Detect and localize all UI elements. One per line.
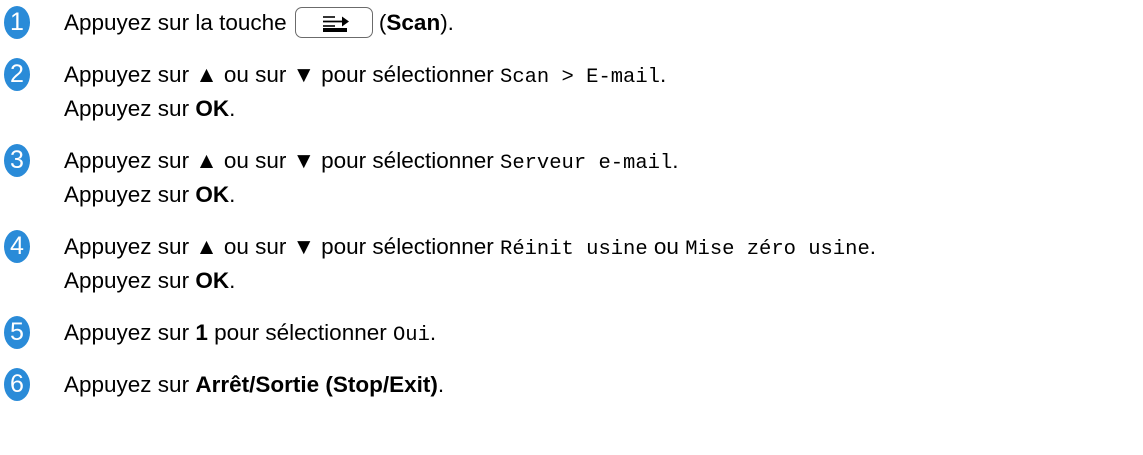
menu-option: Serveur e-mail — [500, 152, 673, 175]
key-label: Arrêt/Sortie (Stop/Exit) — [195, 372, 438, 397]
menu-option: Réinit usine — [500, 238, 648, 261]
step-number-badge: 5 — [4, 316, 30, 349]
period: . — [869, 234, 877, 259]
period: . — [437, 372, 445, 397]
step-number-badge: 4 — [4, 230, 30, 263]
key-label: 1 — [195, 320, 208, 345]
step-number-badge: 1 — [4, 6, 30, 39]
instruction-text: Appuyez sur ▲ ou sur ▼ pour sélectionner — [64, 62, 494, 87]
step-4-line-2: Appuyez sur OK. — [64, 266, 235, 296]
instruction-text: Appuyez sur la touche — [64, 10, 287, 35]
instruction-text: Appuyez sur ▲ ou sur ▼ pour sélectionner — [64, 234, 494, 259]
instruction-text: pour sélectionner — [214, 320, 387, 345]
period: . — [659, 62, 667, 87]
step-6-instruction: Appuyez sur Arrêt/Sortie (Stop/Exit). — [64, 370, 444, 400]
step-2-line-2: Appuyez sur OK. — [64, 94, 235, 124]
instruction-text: Appuyez sur — [64, 96, 190, 121]
scan-arrow-icon — [322, 15, 349, 32]
step-number-badge: 3 — [4, 144, 30, 177]
step-2-line-1: Appuyez sur ▲ ou sur ▼ pour sélectionner… — [64, 60, 666, 93]
step-number-badge: 2 — [4, 58, 30, 91]
instruction-text: Appuyez sur ▲ ou sur ▼ pour sélectionner — [64, 148, 494, 173]
period: . — [429, 320, 437, 345]
period: . — [229, 268, 236, 293]
instruction-text: Appuyez sur — [64, 268, 190, 293]
conjunction-text: ou — [653, 234, 679, 259]
step-5-instruction: Appuyez sur 1 pour sélectionner Oui. — [64, 318, 436, 351]
ok-key-label: OK — [195, 182, 230, 207]
period: . — [229, 182, 236, 207]
scan-key-icon — [294, 6, 373, 38]
instruction-text: Appuyez sur — [64, 372, 190, 397]
period: . — [229, 96, 236, 121]
paren-close: ). — [440, 10, 454, 35]
menu-option-alt: Mise zéro usine — [685, 238, 870, 261]
instruction-text: Appuyez sur — [64, 182, 190, 207]
ok-key-label: OK — [195, 268, 230, 293]
step-3-line-2: Appuyez sur OK. — [64, 180, 235, 210]
instruction-text: Appuyez sur — [64, 320, 190, 345]
ok-key-label: OK — [195, 96, 230, 121]
step-number-badge: 6 — [4, 368, 30, 401]
period: . — [672, 148, 679, 173]
step-3-line-1: Appuyez sur ▲ ou sur ▼ pour sélectionner… — [64, 146, 679, 179]
menu-path: Scan > E-mail — [500, 66, 660, 89]
step-1-instruction: Appuyez sur la touche (Scan). — [64, 6, 454, 38]
menu-option: Oui — [393, 324, 430, 347]
key-name: Scan — [386, 10, 441, 35]
step-4-line-1: Appuyez sur ▲ ou sur ▼ pour sélectionner… — [64, 232, 876, 265]
